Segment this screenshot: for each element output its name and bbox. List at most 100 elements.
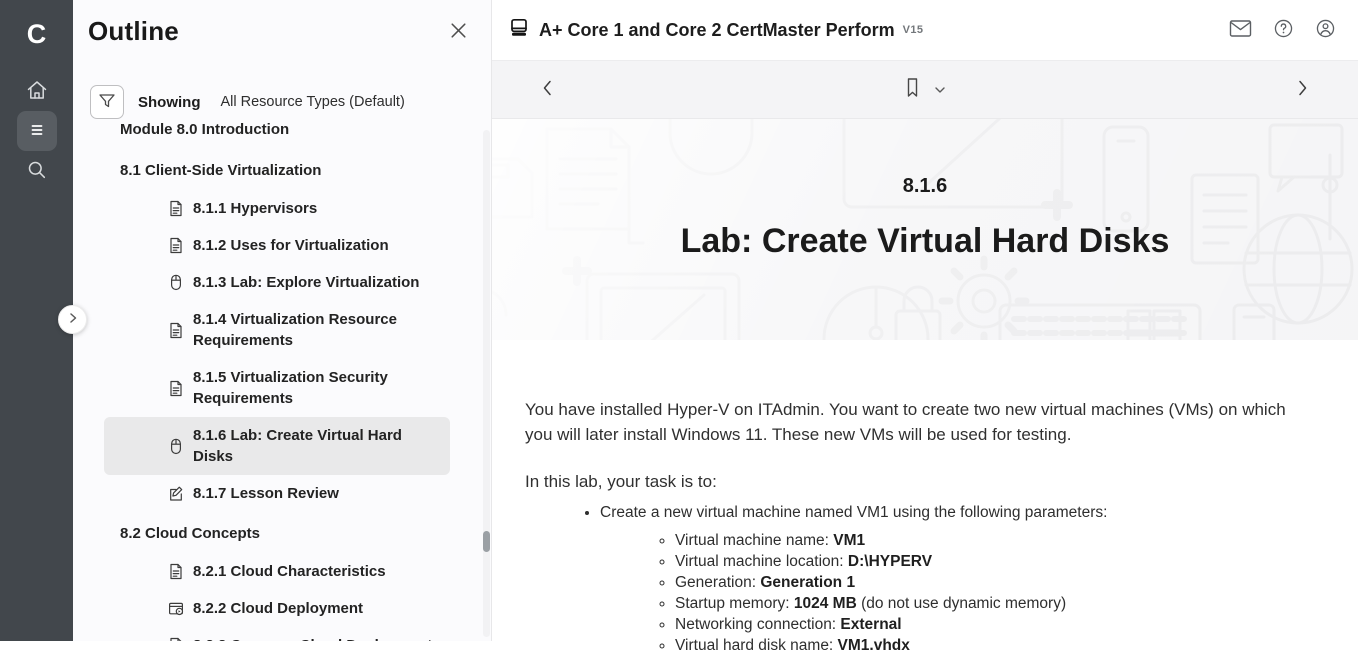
next-lesson-button[interactable]	[1295, 79, 1310, 100]
outline-menu-button[interactable]	[17, 111, 57, 151]
outline-list: Module 8.0 Introduction 8.1 Client-Side …	[73, 122, 491, 641]
outline-item-icon	[168, 322, 184, 339]
course-title: A+ Core 1 and Core 2 CertMaster Perform	[539, 20, 895, 41]
bookmark-button[interactable]	[905, 77, 921, 102]
app-window: C	[0, 0, 1358, 641]
outline-item-label: 8.1.6 Lab: Create Virtual Hard Disks	[193, 425, 440, 467]
outline-item[interactable]: 8.1.1 Hypervisors	[104, 190, 450, 227]
task-heading: In this lab, your task is to:	[525, 470, 1310, 494]
filter-funnel-icon	[97, 91, 117, 114]
parameter-item: Virtual machine location: D:\HYPERV	[675, 551, 1310, 572]
outline-item[interactable]: 8.1.3 Lab: Explore Virtualization	[104, 264, 450, 301]
parameter-label: Virtual hard disk name:	[675, 637, 838, 654]
outline-item-label: 8.1.5 Virtualization Security Requiremen…	[193, 367, 440, 409]
outline-panel-title: Outline	[88, 16, 179, 47]
account-icon	[1315, 18, 1336, 42]
help-button[interactable]	[1273, 18, 1294, 42]
main-content: A+ Core 1 and Core 2 CertMaster Perform …	[492, 0, 1358, 641]
parameter-value: External	[840, 616, 901, 633]
parameter-value: VM1.vhdx	[838, 637, 910, 654]
outline-item-icon	[168, 200, 184, 217]
mouse-icon	[168, 274, 184, 291]
outline-scroll-area: Module 8.0 Introduction 8.1 Client-Side …	[73, 122, 491, 641]
previous-lesson-button[interactable]	[540, 79, 555, 100]
home-icon	[25, 78, 49, 105]
parameter-label: Virtual machine name:	[675, 532, 833, 549]
parameter-label: Generation:	[675, 574, 760, 591]
video-icon	[168, 600, 184, 617]
parameter-item: Virtual machine name: VM1	[675, 530, 1310, 551]
pencil-icon	[168, 485, 184, 502]
parameter-suffix: (do not use dynamic memory)	[857, 595, 1066, 612]
document-icon	[168, 200, 184, 217]
parameter-label: Virtual machine location:	[675, 553, 848, 570]
outline-item-icon	[168, 563, 184, 580]
parameter-value: Generation 1	[760, 574, 855, 591]
search-icon	[25, 158, 49, 185]
outline-item-icon	[168, 600, 184, 617]
outline-scrollbar-track	[483, 130, 490, 637]
home-button[interactable]	[17, 71, 57, 111]
course-header: A+ Core 1 and Core 2 CertMaster Perform …	[492, 0, 1358, 60]
chevron-right-icon	[1295, 79, 1310, 100]
outline-item[interactable]: 8.2.1 Cloud Characteristics	[104, 553, 450, 590]
document-icon	[168, 322, 184, 339]
task-item-text: Create a new virtual machine named VM1 u…	[600, 504, 1107, 521]
outline-filter-row: Showing All Resource Types (Default)	[90, 85, 405, 119]
outline-header: Outline	[88, 16, 469, 47]
outline-item-label: 8.2.1 Cloud Characteristics	[193, 561, 386, 582]
filter-value: All Resource Types (Default)	[221, 94, 405, 110]
outline-item[interactable]: 8.2.2 Cloud Deployment	[104, 590, 450, 627]
version-badge: V15	[903, 24, 924, 36]
outline-item-icon	[168, 237, 184, 254]
collapse-outline-button[interactable]	[58, 305, 87, 334]
outline-item[interactable]: 8.1.4 Virtualization Resource Requiremen…	[104, 301, 450, 359]
parameter-value: D:\HYPERV	[848, 553, 932, 570]
outline-section-label: 8.2 Cloud Concepts	[104, 512, 450, 553]
mail-icon	[1229, 19, 1252, 41]
task-item: Create a new virtual machine named VM1 u…	[600, 502, 1310, 656]
outline-item[interactable]: 8.2.3 Common Cloud Deployment	[104, 627, 450, 641]
parameter-item: Networking connection: External	[675, 614, 1310, 635]
lesson-nav-bar	[492, 60, 1358, 119]
parameter-value: VM1	[833, 532, 865, 549]
outline-panel: Outline Showing All Resource Types (Defa…	[73, 0, 492, 641]
outline-item-icon	[168, 637, 184, 641]
parameter-item: Generation: Generation 1	[675, 572, 1310, 593]
outline-item[interactable]: 8.1.5 Virtualization Security Requiremen…	[104, 359, 450, 417]
outline-item-icon	[168, 274, 184, 291]
search-button[interactable]	[17, 151, 57, 191]
lesson-title: Lab: Create Virtual Hard Disks	[492, 222, 1358, 261]
outline-item-label: 8.1.3 Lab: Explore Virtualization	[193, 272, 419, 293]
outline-item-label: 8.1.7 Lesson Review	[193, 483, 339, 504]
close-outline-button[interactable]	[448, 20, 469, 44]
bookmark-icon	[905, 77, 921, 102]
bookmark-menu-button[interactable]	[935, 82, 946, 97]
mouse-icon	[168, 438, 184, 455]
parameter-item: Virtual hard disk name: VM1.vhdx	[675, 635, 1310, 656]
task-list: Create a new virtual machine named VM1 u…	[525, 502, 1310, 656]
outline-item-label: 8.1.2 Uses for Virtualization	[193, 235, 389, 256]
outline-item-label: 8.1.1 Hypervisors	[193, 198, 317, 219]
outline-item[interactable]: 8.1.2 Uses for Virtualization	[104, 227, 450, 264]
parameter-label: Networking connection:	[675, 616, 840, 633]
document-icon	[168, 237, 184, 254]
outline-item-icon	[168, 485, 184, 502]
outline-item-label: 8.2.3 Common Cloud Deployment	[193, 635, 432, 641]
outline-item[interactable]: 8.1.7 Lesson Review	[104, 475, 450, 512]
filter-button[interactable]	[90, 85, 124, 119]
help-icon	[1273, 18, 1294, 42]
outline-item[interactable]: 8.1.6 Lab: Create Virtual Hard Disks	[104, 417, 450, 475]
outline-item-label: 8.2.2 Cloud Deployment	[193, 598, 363, 619]
filter-showing-label: Showing	[138, 94, 201, 111]
outline-section-label: 8.1 Client-Side Virtualization	[104, 149, 450, 190]
lesson-number: 8.1.6	[492, 175, 1358, 198]
course-icon	[508, 17, 530, 44]
outline-scrollbar-thumb[interactable]	[483, 531, 490, 552]
account-button[interactable]	[1315, 18, 1336, 42]
chevron-right-icon	[68, 312, 78, 327]
outline-menu-icon	[25, 118, 49, 145]
messages-button[interactable]	[1229, 19, 1252, 41]
parameter-label: Startup memory:	[675, 595, 794, 612]
outline-item-label: 8.1.4 Virtualization Resource Requiremen…	[193, 309, 440, 351]
